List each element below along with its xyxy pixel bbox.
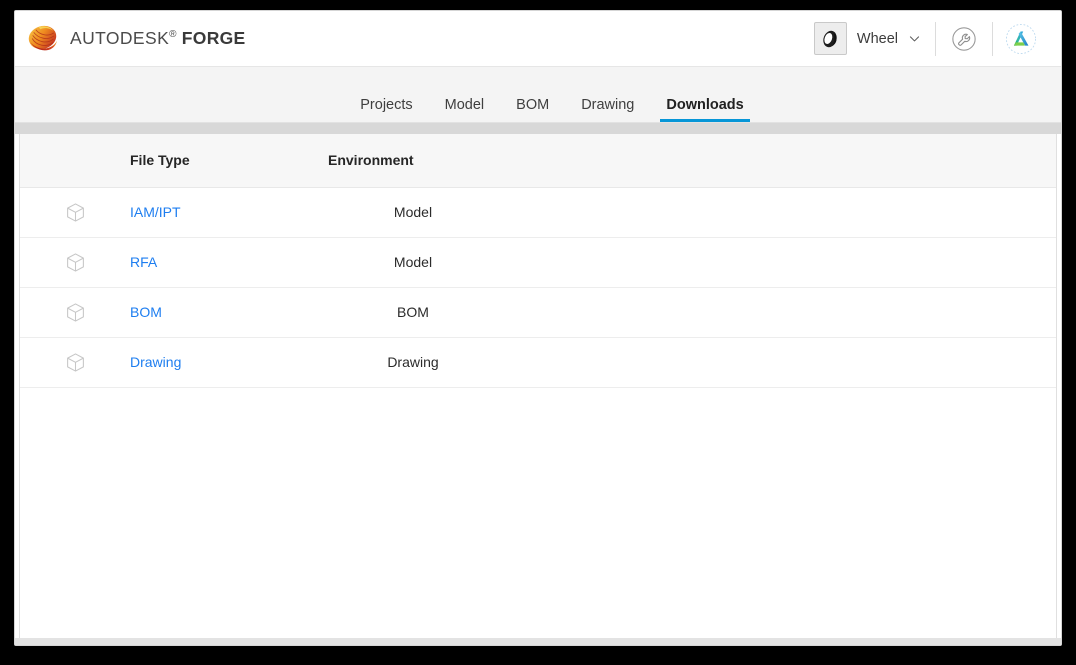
wheel-thumbnail[interactable] xyxy=(813,22,847,55)
row-file-type-cell: RFA xyxy=(130,237,328,288)
chevron-down-icon[interactable] xyxy=(908,32,921,45)
tab-drawing-label: Drawing xyxy=(581,96,635,113)
tab-bom[interactable]: BOM xyxy=(500,97,565,122)
column-header-environment[interactable]: Environment xyxy=(328,134,498,188)
account-avatar-button[interactable] xyxy=(993,11,1049,67)
row-icon-cell xyxy=(20,187,130,238)
cube-icon xyxy=(66,202,84,222)
row-file-type-cell: BOM xyxy=(130,287,328,338)
table-row[interactable]: RFA Model xyxy=(20,237,1056,288)
app-header: AUTODESK® FORGE Wheel xyxy=(15,11,1061,67)
row-environment-cell: BOM xyxy=(328,287,498,338)
row-environment-cell: Drawing xyxy=(328,337,498,388)
row-environment-cell: Model xyxy=(328,237,498,288)
table-header: File Type Environment xyxy=(20,134,1056,188)
file-type-link[interactable]: RFA xyxy=(130,254,157,270)
table-body: IAM/IPT Model RFA Model BOM BOM Drawing … xyxy=(20,187,1056,388)
screen-background: AUTODESK® FORGE Wheel Projects Model BOM… xyxy=(0,0,1076,665)
autodesk-swirl-logo-icon xyxy=(28,25,57,51)
autodesk-a-avatar-icon xyxy=(1005,23,1037,54)
application-window: AUTODESK® FORGE Wheel Projects Model BOM… xyxy=(14,10,1062,646)
nav-content-separator xyxy=(15,123,1061,134)
product-switcher[interactable]: Wheel xyxy=(813,22,935,55)
file-type-link[interactable]: IAM/IPT xyxy=(130,204,181,220)
downloads-table: File Type Environment IAM/IPT Model RFA … xyxy=(20,134,1056,388)
brand-title: AUTODESK® FORGE xyxy=(70,28,246,49)
wheel-tire-icon xyxy=(823,30,838,47)
row-spacer-cell xyxy=(498,187,1056,238)
table-row[interactable]: IAM/IPT Model xyxy=(20,187,1056,238)
tab-projects[interactable]: Projects xyxy=(344,97,428,122)
tab-downloads[interactable]: Downloads xyxy=(650,96,759,123)
row-file-type-cell: IAM/IPT xyxy=(130,187,328,238)
table-row[interactable]: BOM BOM xyxy=(20,287,1056,338)
brand-forge-text: FORGE xyxy=(181,28,246,48)
downloads-panel: File Type Environment IAM/IPT Model RFA … xyxy=(19,134,1057,644)
wrench-circle-icon xyxy=(952,26,976,51)
row-icon-cell xyxy=(20,237,130,288)
card-bottom-edge xyxy=(15,638,1061,645)
tab-model[interactable]: Model xyxy=(429,97,501,122)
header-actions: Wheel xyxy=(813,11,1049,67)
table-header-row: File Type Environment xyxy=(20,134,1056,188)
file-type-link[interactable]: Drawing xyxy=(130,354,181,370)
row-environment-cell: Model xyxy=(328,187,498,238)
file-type-link[interactable]: BOM xyxy=(130,304,162,320)
tab-drawing[interactable]: Drawing xyxy=(565,97,650,122)
cube-icon xyxy=(66,302,84,322)
product-switcher-label: Wheel xyxy=(856,30,898,47)
brand-registered-mark: ® xyxy=(169,29,177,41)
brand-autodesk-text: AUTODESK xyxy=(70,28,170,48)
cube-icon xyxy=(66,352,84,372)
settings-button[interactable] xyxy=(936,11,992,67)
nav-tab-list: Projects Model BOM Drawing Downloads xyxy=(344,96,759,123)
tab-model-label: Model xyxy=(444,96,485,113)
cube-icon xyxy=(66,252,84,272)
tab-downloads-label: Downloads xyxy=(666,96,744,113)
row-icon-cell xyxy=(20,337,130,388)
row-spacer-cell xyxy=(498,237,1056,288)
row-icon-cell xyxy=(20,287,130,338)
column-header-file-type[interactable]: File Type xyxy=(130,134,328,188)
brand-logo-group[interactable]: AUTODESK® FORGE xyxy=(26,23,246,54)
tab-projects-label: Projects xyxy=(360,96,413,113)
tab-bom-label: BOM xyxy=(516,96,550,113)
main-nav-bar: Projects Model BOM Drawing Downloads xyxy=(15,67,1061,123)
row-file-type-cell: Drawing xyxy=(130,337,328,388)
table-row[interactable]: Drawing Drawing xyxy=(20,337,1056,388)
row-spacer-cell xyxy=(498,287,1056,338)
row-spacer-cell xyxy=(498,337,1056,388)
column-header-spacer xyxy=(498,134,1056,188)
column-header-icon xyxy=(20,134,130,188)
